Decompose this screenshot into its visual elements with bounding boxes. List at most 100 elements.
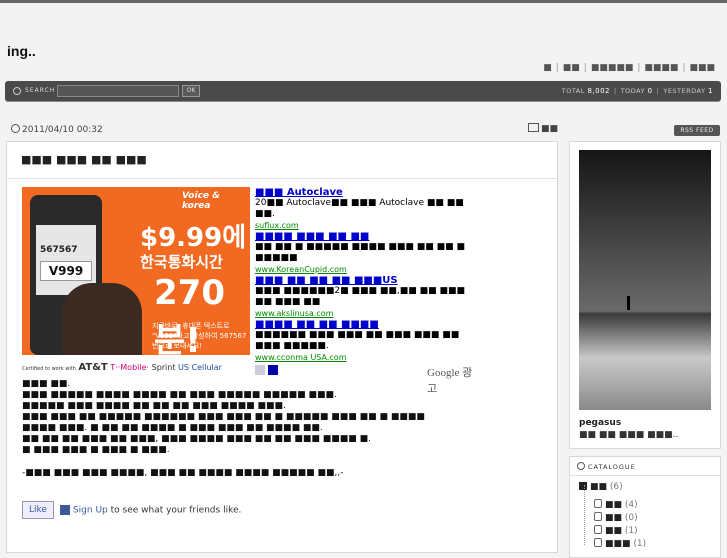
facebook-like-widget: Like Sign Up to see what your friends lik… bbox=[22, 501, 241, 519]
top-nav-item-2[interactable]: ■■ bbox=[563, 63, 580, 73]
total-value: 8,002 bbox=[587, 87, 610, 95]
top-border bbox=[0, 0, 727, 3]
catalogue-child-item[interactable]: ■■■ (1) bbox=[594, 538, 646, 549]
carriers-prefix: Certified to work with bbox=[22, 366, 76, 372]
catalogue-child-label[interactable]: ■■ bbox=[605, 526, 622, 536]
carrier-att: AT&T bbox=[78, 362, 108, 373]
ad-line2: 한국통화시간 bbox=[140, 253, 223, 271]
top-nav-item-4[interactable]: ■■■■ bbox=[644, 63, 678, 73]
post-category-label[interactable]: ■■ bbox=[541, 124, 558, 134]
ad-link-desc: 20■■ Autoclave■■ ■■■ Autoclave ■■ ■■ ■■. bbox=[255, 198, 464, 219]
top-nav-item-5[interactable]: ■■■ bbox=[689, 63, 715, 73]
rss-feed-button[interactable]: RSS FEED bbox=[674, 125, 720, 136]
visitor-stats: TOTAL 8,002 | TODAY 0 | YESTERDAY 1 bbox=[562, 87, 713, 95]
top-nav-item-1[interactable]: ■ bbox=[543, 63, 552, 73]
ad-link-item: ■■■ Autoclave 20■■ Autoclave■■ ■■■ Autoc… bbox=[255, 187, 482, 231]
catalogue-child-count: (1) bbox=[633, 539, 647, 549]
ad-link-desc: ■■■ ■■■■■■2■ ■■■ ■■,■■ ■■ ■■■ ■■ ■■■ ■■ bbox=[255, 286, 465, 307]
catalogue-child-count: (1) bbox=[624, 526, 638, 536]
ad-link-url[interactable]: www.cconma USA.com bbox=[255, 352, 482, 363]
search-bar: SEARCH OK TOTAL 8,002 | TODAY 0 | YESTERDAY … bbox=[5, 81, 721, 101]
catalogue-child-item[interactable]: ■■ (1) bbox=[594, 525, 638, 536]
nav-separator: | bbox=[583, 63, 587, 73]
yesterday-label: YESTERDAY bbox=[663, 87, 706, 95]
today-label: TODAY bbox=[620, 87, 646, 95]
ad-link-desc: ■■ ■■ ■ ■■■■■ ■■■■ ■■■ ■■ ■■ ■ ■■■■■ bbox=[255, 242, 465, 263]
owner-name: pegasus bbox=[579, 418, 622, 428]
catalogue-panel: CATALOGUE ■■ (6) ■■ (4) ■■ (0) ■■ (1) ■■… bbox=[569, 456, 721, 558]
ad-banner-image[interactable]: 567567 V999 Voice & korea $9.99에 한국통화시간 … bbox=[22, 187, 250, 355]
ad-link-item: ■■■■ ■■ ■■ ■■■■ ■■■■■■ ■■■ ■■■ ■■ ■■■ ■■… bbox=[255, 319, 482, 363]
search-ok-button[interactable]: OK bbox=[182, 85, 200, 97]
phone-number-small: 567567 bbox=[40, 245, 78, 255]
post-title[interactable]: ■■■ ■■■ ■■ ■■■ bbox=[21, 153, 147, 166]
ad-link-title[interactable]: ■■■■ ■■ ■■ ■■■■ bbox=[255, 319, 482, 330]
ad-people-illustration bbox=[62, 283, 142, 355]
ad-price: $9.99에 bbox=[140, 223, 247, 253]
catalogue-icon bbox=[577, 462, 585, 470]
catalogue-root-label[interactable]: ■■ bbox=[590, 482, 607, 492]
catalogue-child-item[interactable]: ■■ (4) bbox=[594, 499, 638, 510]
post-ending: -■■■ ■■■ ■■■ ■■■■, ■■■ ■■ ■■■■ ■■■■ ■■■■… bbox=[22, 468, 344, 478]
post-divider bbox=[7, 178, 557, 179]
facebook-signup-link[interactable]: Sign Up bbox=[73, 506, 108, 516]
search-input[interactable] bbox=[57, 85, 179, 97]
catalogue-child-item[interactable]: ■■ (0) bbox=[594, 512, 638, 523]
total-label: TOTAL bbox=[561, 87, 585, 95]
catalogue-child-count: (0) bbox=[624, 513, 638, 523]
tree-line bbox=[584, 485, 586, 545]
post-datetime: 2011/04/10 00:32 bbox=[11, 124, 103, 135]
ad-links: ■■■ Autoclave 20■■ Autoclave■■ ■■■ Autoc… bbox=[255, 187, 482, 363]
facebook-like-button[interactable]: Like bbox=[22, 501, 54, 519]
ad-link-url[interactable]: suflux.com bbox=[255, 220, 482, 231]
ad-link-title[interactable]: ■■■ ■■ ■■ ■■ ■■■US bbox=[255, 275, 482, 286]
top-nav: ■ | ■■ | ■■■■■ | ■■■■ | ■■■ bbox=[543, 63, 715, 73]
photo-figure bbox=[627, 296, 630, 310]
blog-title[interactable]: ing.. bbox=[7, 43, 36, 59]
catalogue-child-label[interactable]: ■■ bbox=[605, 513, 622, 523]
catalogue-divider bbox=[570, 475, 720, 476]
ad-small-text: 지금바로, 휴대폰 텍스트로 "V999"라고 작성하여 567567번으로 보… bbox=[152, 322, 247, 350]
top-nav-item-3[interactable]: ■■■■■ bbox=[591, 63, 634, 73]
ad-link-desc: ■■■■■■ ■■■ ■■■ ■■ ■■■ ■■■ ■■ ■■■ ■■■■■. bbox=[255, 330, 460, 351]
clock-icon bbox=[11, 124, 20, 133]
ad-link-url[interactable]: www.akslinusa.com bbox=[255, 308, 482, 319]
yesterday-value: 1 bbox=[708, 87, 713, 95]
ad-nav-arrows bbox=[255, 365, 281, 378]
catalogue-root-count: (6) bbox=[609, 482, 623, 492]
tree-node-icon bbox=[594, 512, 602, 521]
ad-block: 567567 V999 Voice & korea $9.99에 한국통화시간 … bbox=[22, 187, 482, 395]
carrier-uscellular: US Cellular bbox=[178, 363, 222, 372]
post-category[interactable]: ■■ bbox=[528, 123, 558, 134]
search-label: SEARCH bbox=[25, 87, 56, 94]
ad-brand: Voice & korea bbox=[182, 191, 220, 211]
stats-separator: | bbox=[656, 87, 660, 95]
nav-separator: | bbox=[555, 63, 559, 73]
nav-separator: | bbox=[637, 63, 641, 73]
catalogue-child-label[interactable]: ■■■ bbox=[605, 539, 631, 549]
facebook-signup-text: to see what your friends like. bbox=[107, 505, 242, 516]
ad-link-item: ■■■ ■■ ■■ ■■ ■■■US ■■■ ■■■■■■2■ ■■■ ■■,■… bbox=[255, 275, 482, 319]
facebook-icon bbox=[59, 505, 70, 515]
catalogue-child-count: (4) bbox=[624, 500, 638, 510]
ad-link-url[interactable]: www.KoreanCupid.com bbox=[255, 264, 482, 275]
post-datetime-text: 2011/04/10 00:32 bbox=[22, 125, 103, 135]
ad-carriers: Certified to work with AT&T T··Mobile· S… bbox=[22, 362, 250, 376]
profile-photo bbox=[579, 150, 711, 410]
post-panel: ■■■ ■■■ ■■ ■■■ 567567 V999 Voice & korea… bbox=[6, 141, 558, 553]
ad-link-title[interactable]: ■■■■ ■■■ ■■ ■■ bbox=[255, 231, 482, 242]
tree-node-icon bbox=[594, 499, 602, 508]
tree-node-icon bbox=[594, 538, 602, 547]
catalogue-child-label[interactable]: ■■ bbox=[605, 500, 622, 510]
tree-node-icon bbox=[594, 525, 602, 534]
phone-code: V999 bbox=[40, 261, 92, 281]
ad-prev-arrow-icon[interactable] bbox=[255, 365, 265, 375]
profile-panel: pegasus ■■ ■■ ■■■ ■■■.. bbox=[569, 141, 721, 449]
nav-separator: | bbox=[682, 63, 686, 73]
post-body: ■■■ ■■. ■■■ ■■■■■ ■■■■ ■■■■ ■■ ■■■ ■■■■■… bbox=[22, 379, 425, 455]
ad-next-arrow-icon[interactable] bbox=[268, 365, 278, 375]
ad-link-item: ■■■■ ■■■ ■■ ■■ ■■ ■■ ■ ■■■■■ ■■■■ ■■■ ■■… bbox=[255, 231, 482, 275]
carrier-tmobile: T··Mobile· bbox=[110, 363, 150, 372]
ad-link-title[interactable]: ■■■ Autoclave bbox=[255, 187, 482, 198]
catalogue-heading-text: CATALOGUE bbox=[588, 463, 636, 471]
